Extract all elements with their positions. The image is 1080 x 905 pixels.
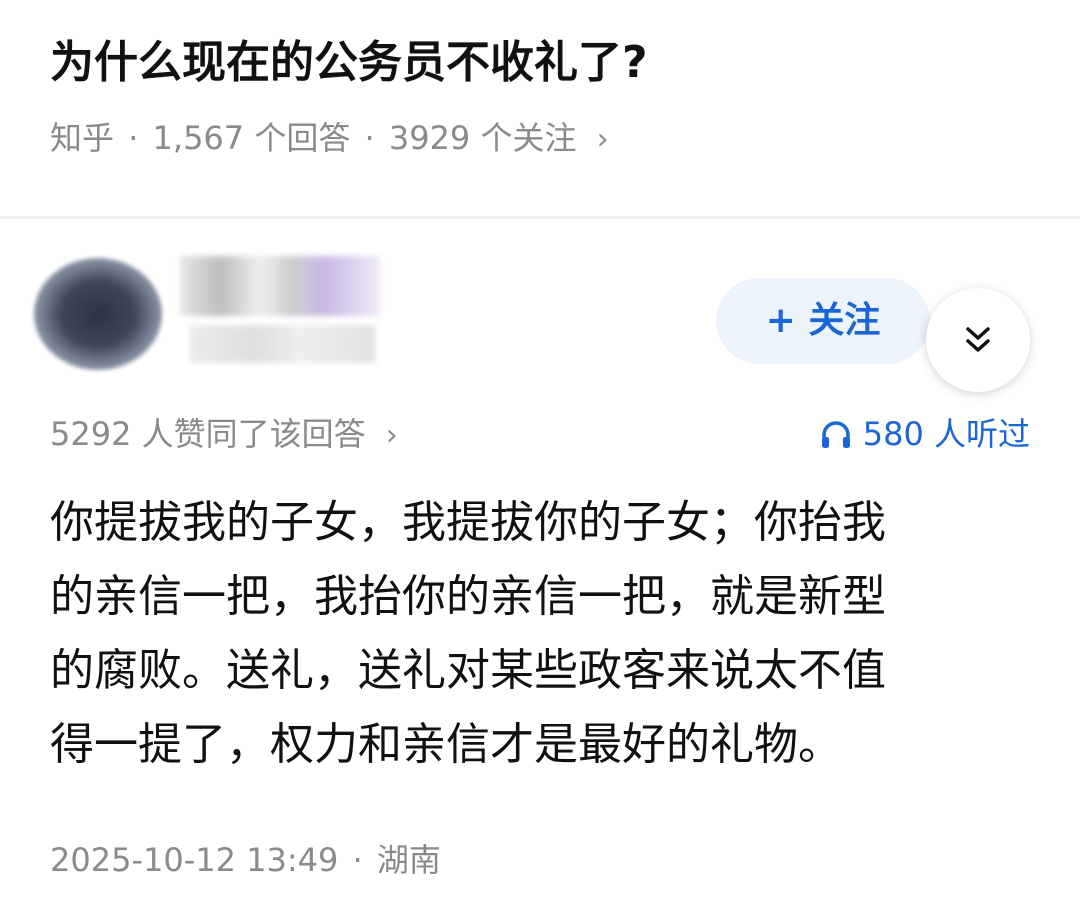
double-chevron-down-icon bbox=[966, 327, 990, 352]
meta-separator: · bbox=[364, 119, 375, 157]
question-meta[interactable]: 知乎 · 1,567 个回答 · 3929 个关注 › bbox=[50, 112, 609, 166]
answers-count: 1,567 个回答 bbox=[152, 119, 351, 157]
answer-body[interactable]: 你提拔我的子女，我提拔你的子女；你抬我 的亲信一把，我抬你的亲信一把，就是新型 … bbox=[50, 486, 1040, 782]
divider bbox=[0, 216, 1080, 219]
meta-separator: · bbox=[128, 119, 139, 157]
answer-line: 得一提了，权力和亲信才是最好的礼物。 bbox=[50, 719, 842, 770]
followers-count: 3929 个关注 bbox=[388, 119, 577, 157]
answer-location: 湖南 bbox=[376, 841, 441, 879]
answer-line: 你提拔我的子女，我提拔你的子女；你抬我 bbox=[50, 497, 886, 548]
headphones-icon bbox=[821, 421, 850, 448]
expand-button[interactable] bbox=[926, 288, 1030, 392]
question-source: 知乎 bbox=[50, 119, 115, 157]
answer-date: 2025-10-12 13:49 bbox=[50, 841, 339, 879]
upvote-text: 5292 人赞同了该回答 bbox=[50, 415, 366, 453]
question-title[interactable]: 为什么现在的公务员不收礼了? bbox=[50, 28, 648, 98]
chevron-right-icon: › bbox=[596, 122, 609, 157]
answer-line: 的亲信一把，我抬你的亲信一把，就是新型 bbox=[50, 571, 886, 622]
author-bio-blurred bbox=[190, 325, 375, 363]
listen-text: 580 人听过 bbox=[862, 415, 1030, 453]
follow-button[interactable]: + 关注 bbox=[716, 278, 930, 364]
listen-count[interactable]: 580 人听过 bbox=[819, 408, 1030, 460]
author-name-blurred[interactable] bbox=[180, 256, 380, 316]
avatar[interactable] bbox=[34, 258, 162, 370]
answer-line: 的腐败。送礼，送礼对某些政客来说太不值 bbox=[50, 645, 886, 696]
answer-meta: 2025-10-12 13:49 · 湖南 bbox=[50, 834, 441, 886]
meta-separator: · bbox=[352, 841, 363, 879]
upvote-count[interactable]: 5292 人赞同了该回答 › bbox=[50, 408, 398, 462]
chevron-right-icon: › bbox=[385, 418, 398, 453]
